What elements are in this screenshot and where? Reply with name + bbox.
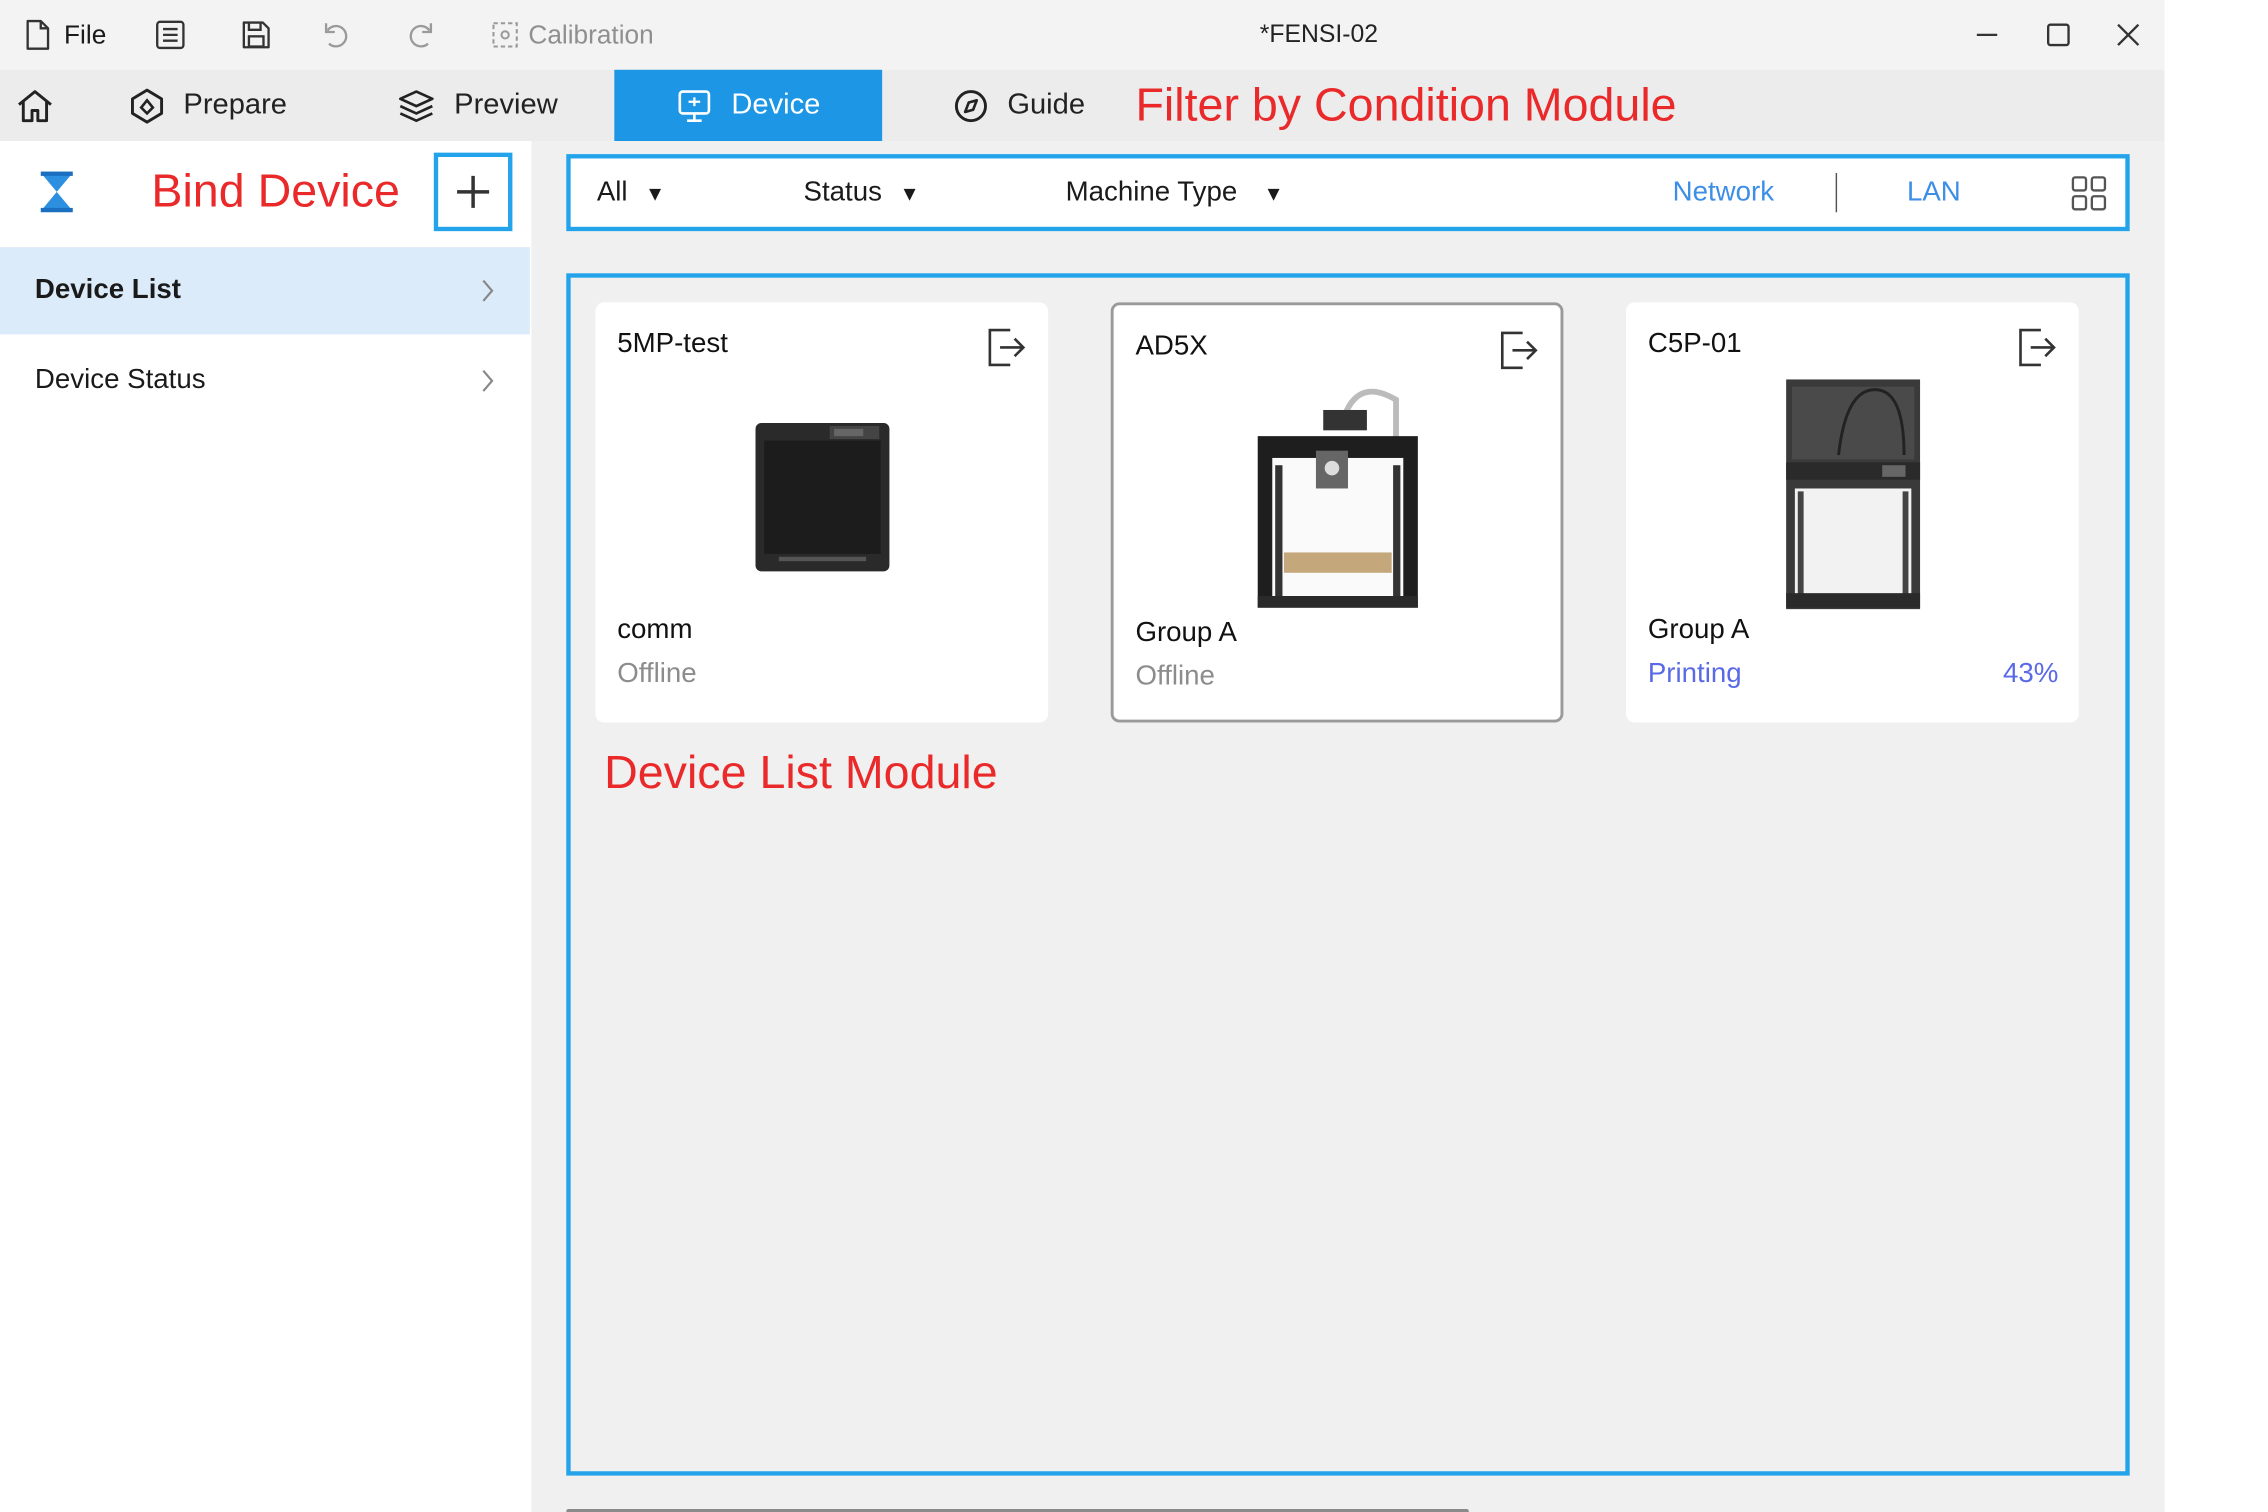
device-group: Group A [1135,617,1237,649]
device-status: Printing [1647,658,1742,690]
device-card[interactable]: AD5X Group A Offline [1110,302,1564,723]
filter-machine-type-label: Machine Type [1065,176,1238,208]
preview-icon [396,87,437,125]
device-icon [676,87,714,125]
device-card[interactable]: 5MP-test comm Offline [595,302,1049,723]
app-logo-icon [36,170,77,221]
bind-device-annotation: Bind Device [151,164,400,217]
filter-all-label: All [596,176,628,208]
title-bar: File Calibration *FENSI-02 [0,0,2165,70]
device-status: Offline [1135,661,1215,693]
device-list-module-annotation: Device List Module [604,745,998,799]
network-filter-link[interactable]: Network [1673,158,1774,226]
sidebar-item-label: Device List [34,274,181,306]
device-list-area: 5MP-test comm Offline AD5X Group A Offli… [566,273,2130,1476]
maximize-icon[interactable] [2023,0,2093,70]
unbind-icon[interactable] [1496,329,1540,380]
device-group: comm [617,614,693,646]
printer-image [595,372,1048,616]
device-group: Group A [1647,614,1750,646]
prepare-icon [128,87,166,125]
chevron-right-icon [480,278,495,304]
tab-prepare-label: Prepare [183,88,288,121]
sidebar-header: Bind Device [0,141,531,246]
device-name: C5P-01 [1647,328,1742,360]
sidebar-item-label: Device Status [34,364,206,396]
tab-prepare[interactable]: Prepare [128,70,287,141]
device-status: Offline [617,658,697,690]
filter-bar: All ▼ Status ▼ Machine Type ▼ Network LA… [566,154,2130,232]
tab-device-label: Device [731,88,821,121]
unbind-icon[interactable] [984,326,1028,377]
tab-device[interactable]: Device [614,69,883,142]
device-card[interactable]: C5P-01 Group A Printing 43% [1626,302,2079,723]
filter-status-dropdown[interactable]: Status ▼ [804,158,920,226]
sidebar-item-device-list[interactable]: Device List [0,247,530,335]
tab-guide[interactable]: Guide [952,70,1085,141]
close-icon[interactable] [2093,0,2163,70]
caret-down-icon: ▼ [1263,180,1284,205]
unbind-icon[interactable] [2015,326,2059,377]
print-progress: 43% [2002,658,2059,690]
tab-guide-label: Guide [1007,88,1086,121]
caret-down-icon: ▼ [645,180,666,205]
tab-preview[interactable]: Preview [396,70,558,141]
filter-machine-type-dropdown[interactable]: Machine Type ▼ [1066,158,1284,226]
chevron-right-icon [480,368,495,394]
printer-image [1626,372,2079,616]
main-nav: Prepare Preview Device Guide Filter by C… [0,69,2165,142]
add-device-button[interactable] [433,152,513,232]
sidebar: Bind Device Device List Device Status [0,141,532,1512]
lan-filter-link[interactable]: LAN [1907,158,1961,226]
printer-image [1114,375,1561,619]
home-icon[interactable] [15,70,59,141]
minimize-icon[interactable] [1952,0,2022,70]
plus-icon [457,175,490,208]
caret-down-icon: ▼ [899,180,920,205]
sidebar-item-device-status[interactable]: Device Status [0,337,530,424]
compass-icon [952,87,990,125]
filter-status-label: Status [803,176,882,208]
tab-preview-label: Preview [454,88,558,121]
filter-all-dropdown[interactable]: All ▼ [597,158,665,226]
filter-module-annotation: Filter by Condition Module [1135,78,1677,131]
app-window: File Calibration *FENSI-02 Prepare Previ… [0,0,2165,1512]
device-name: 5MP-test [617,328,728,360]
grid-view-icon[interactable] [2070,174,2108,219]
window-title: *FENSI-02 [1259,20,1379,48]
device-name: AD5X [1135,331,1208,362]
device-main-panel: All ▼ Status ▼ Machine Type ▼ Network LA… [531,141,2165,1512]
divider [1835,173,1838,213]
